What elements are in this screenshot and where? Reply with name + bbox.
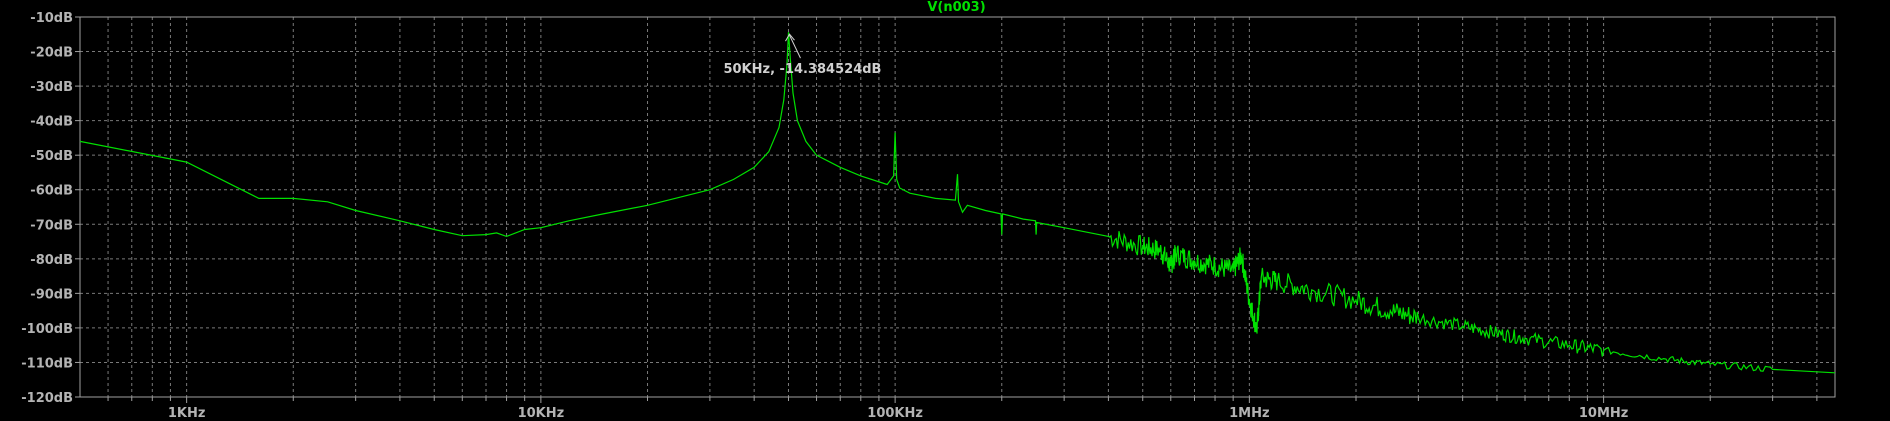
y-tick-label: -80dB <box>30 253 73 268</box>
plot-window[interactable]: -10dB -20dB -30dB -40dB -50dB -60dB -70dB -80dB… <box>0 0 1890 421</box>
series-title[interactable]: V(n003) <box>927 0 985 15</box>
x-tick-label: 10MHz <box>1579 406 1628 421</box>
y-tick-label: -100dB <box>21 322 73 337</box>
y-tick-label: -40dB <box>30 115 73 130</box>
y-tick-label: -60dB <box>30 184 73 199</box>
y-tick-label: -90dB <box>30 287 73 302</box>
y-tick-label: -110dB <box>21 356 73 371</box>
y-tick-label: -70dB <box>30 218 73 233</box>
y-tick-label: -120dB <box>21 391 73 406</box>
y-tick-label: -20dB <box>30 46 73 61</box>
y-tick-label: -30dB <box>30 80 73 95</box>
plot-background <box>0 0 1890 421</box>
y-tick-label: -10dB <box>30 11 73 26</box>
x-tick-label: 1MHz <box>1229 406 1269 421</box>
y-tick-label: -50dB <box>30 149 73 164</box>
x-tick-label: 1KHz <box>168 406 206 421</box>
annotation-label: 50KHz, -14.384524dB <box>723 62 881 77</box>
x-tick-label: 100KHz <box>867 406 923 421</box>
x-tick-label: 10KHz <box>518 406 565 421</box>
bode-plot[interactable]: -10dB -20dB -30dB -40dB -50dB -60dB -70dB -80dB… <box>0 0 1890 421</box>
